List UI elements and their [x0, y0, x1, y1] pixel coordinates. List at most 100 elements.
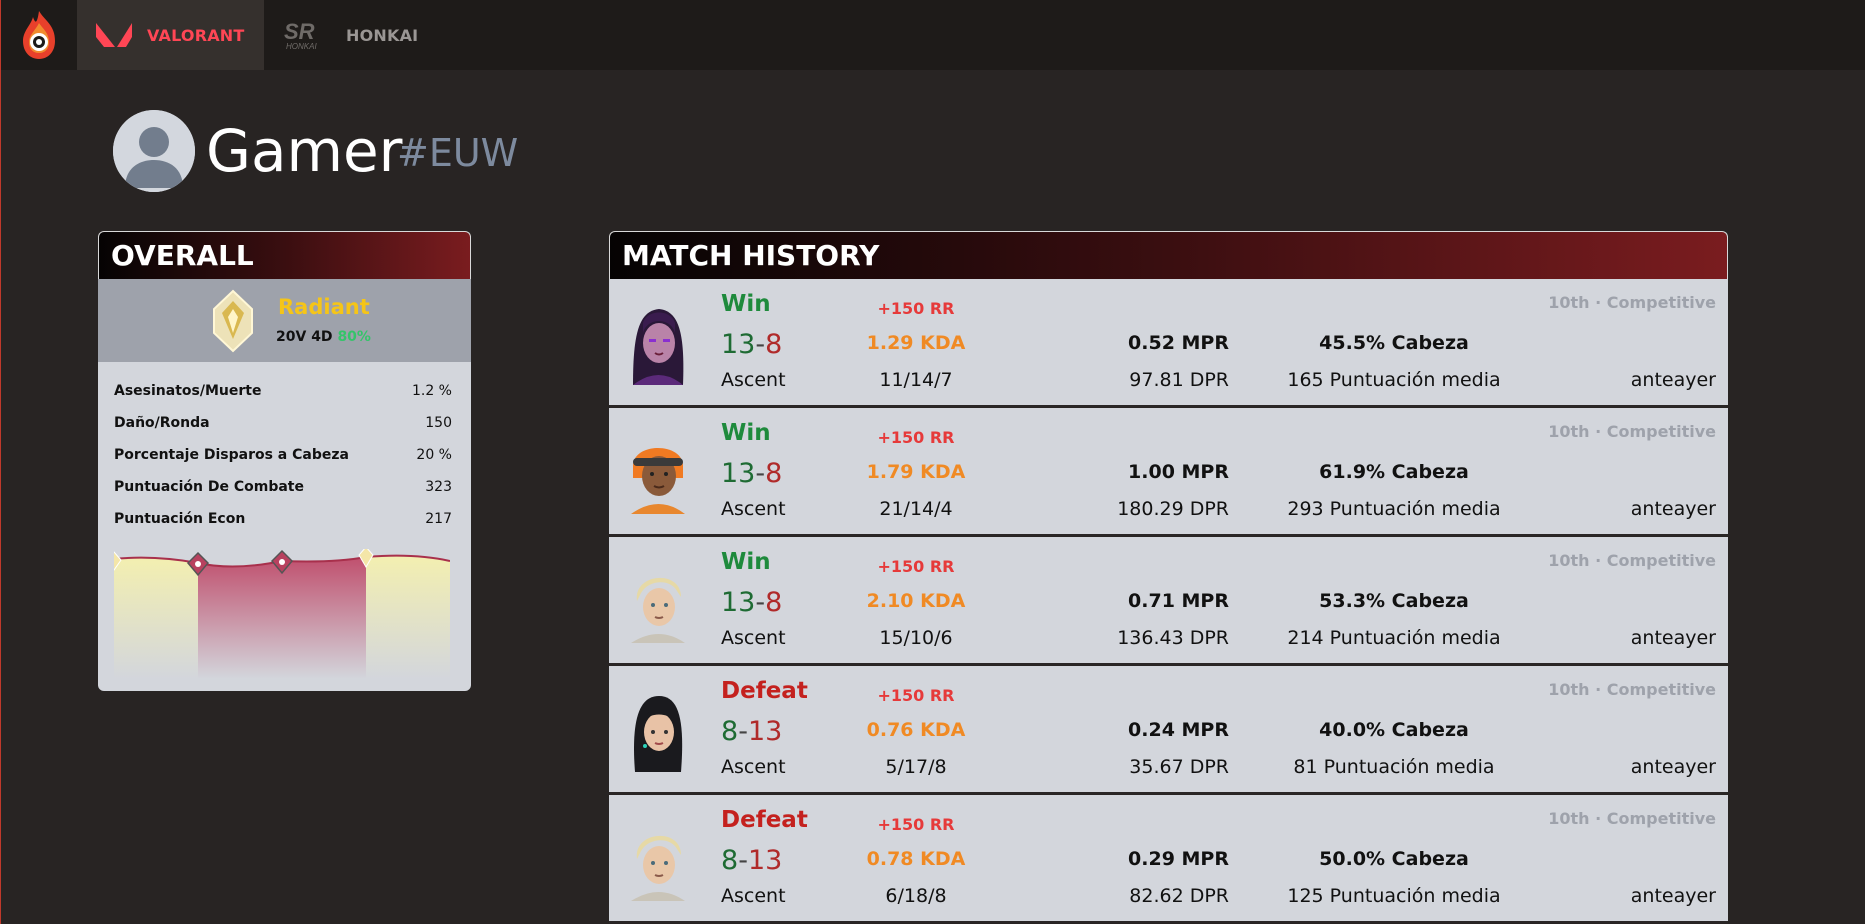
- graph-area-segment: [198, 557, 366, 679]
- match-time: anteayer: [1630, 498, 1716, 520]
- stat-label: Puntuación De Combate: [114, 479, 304, 495]
- rank-name: Radiant: [278, 295, 370, 319]
- match-history-list: Win 13-8 Ascent +150 RR 1.29 KDA 11/14/7…: [609, 279, 1728, 924]
- stat-label: Puntuación Econ: [114, 511, 246, 527]
- match-mpr: 0.52 MPR: [1128, 332, 1229, 354]
- stat-row: Puntuación Econ 217: [114, 507, 452, 531]
- match-mpr: 0.29 MPR: [1128, 848, 1229, 870]
- player-tag: #EUW: [397, 131, 519, 175]
- overall-title: OVERALL: [111, 239, 254, 272]
- match-dpr: 82.62 DPR: [1129, 885, 1229, 907]
- match-headshot: 53.3% Cabeza: [1319, 590, 1469, 612]
- match-kda: 2.10 KDA: [866, 590, 966, 612]
- graph-area-segment: [114, 557, 198, 679]
- agent-chamber-portrait: [619, 819, 697, 901]
- match-avg-score: 165 Puntuación media: [1287, 369, 1501, 391]
- team-score: 8: [721, 716, 739, 747]
- match-row[interactable]: Defeat 8-13 Ascent +150 RR 0.78 KDA 6/18…: [609, 795, 1728, 923]
- stat-row: Puntuación De Combate 323: [114, 475, 452, 499]
- match-score: 13-8: [721, 329, 783, 360]
- match-row[interactable]: Defeat 8-13 Ascent +150 RR 0.76 KDA 5/17…: [609, 666, 1728, 794]
- rank-history-graph: [114, 549, 450, 679]
- match-dpr: 35.67 DPR: [1129, 756, 1229, 778]
- match-queue: 10th · Competitive: [1548, 422, 1716, 441]
- valorant-logo-icon: [96, 23, 132, 47]
- match-rr: +150 RR: [877, 299, 955, 318]
- match-avg-score: 293 Puntuación media: [1287, 498, 1501, 520]
- match-queue: 10th · Competitive: [1548, 551, 1716, 570]
- enemy-score: 8: [765, 587, 783, 618]
- stat-label: Daño/Ronda: [114, 415, 210, 431]
- win-rate: 80%: [337, 329, 371, 345]
- tab-valorant[interactable]: VALORANT: [77, 0, 264, 70]
- match-map: Ascent: [721, 498, 786, 520]
- match-kda: 1.29 KDA: [866, 332, 966, 354]
- stat-row: Daño/Ronda 150: [114, 411, 452, 435]
- tab-label: HONKAI: [346, 25, 419, 45]
- match-result: Win: [721, 420, 771, 446]
- match-kills: 21/14/4: [879, 498, 953, 520]
- match-time: anteayer: [1630, 627, 1716, 649]
- match-avg-score: 214 Puntuación media: [1287, 627, 1501, 649]
- match-map: Ascent: [721, 756, 786, 778]
- agent-sage-portrait: [619, 690, 697, 772]
- match-result: Defeat: [721, 807, 808, 833]
- match-time: anteayer: [1630, 885, 1716, 907]
- stat-value: 150: [425, 415, 452, 431]
- top-nav-bar: VALORANT SR HONKAI HONKAI: [1, 0, 1865, 70]
- overall-panel: Radiant 20V 4D 80% Asesinatos/Muerte 1.2…: [98, 279, 471, 691]
- match-avg-score: 125 Puntuación media: [1287, 885, 1501, 907]
- default-user-avatar-icon: [113, 110, 195, 192]
- tab-label: VALORANT: [147, 25, 245, 45]
- stat-row: Porcentaje Disparos a Cabeza 20 %: [114, 443, 452, 467]
- player-name: Gamer: [206, 117, 403, 185]
- match-map: Ascent: [721, 369, 786, 391]
- overall-panel-title: OVERALL: [98, 231, 471, 279]
- agent-reyna-portrait: [619, 303, 697, 385]
- match-row[interactable]: Win 13-8 Ascent +150 RR 2.10 KDA 15/10/6…: [609, 537, 1728, 665]
- honkai-logo-icon: SR HONKAI: [284, 19, 317, 51]
- match-score: 13-8: [721, 587, 783, 618]
- match-queue: 10th · Competitive: [1548, 680, 1716, 699]
- match-result: Win: [721, 549, 771, 575]
- graph-area-segment: [366, 555, 450, 679]
- match-time: anteayer: [1630, 369, 1716, 391]
- match-score: 8-13: [721, 845, 783, 876]
- stat-label: Asesinatos/Muerte: [114, 383, 262, 399]
- app-logo[interactable]: [1, 0, 77, 70]
- match-history-title: MATCH HISTORY: [609, 231, 1728, 279]
- match-mpr: 0.71 MPR: [1128, 590, 1229, 612]
- svg-text:SR: SR: [284, 19, 315, 44]
- match-rr: +150 RR: [877, 815, 955, 834]
- match-rr: +150 RR: [877, 428, 955, 447]
- match-kills: 15/10/6: [879, 627, 953, 649]
- match-row[interactable]: Win 13-8 Ascent +150 RR 1.29 KDA 11/14/7…: [609, 279, 1728, 407]
- match-kills: 6/18/8: [885, 885, 947, 907]
- match-dpr: 97.81 DPR: [1129, 369, 1229, 391]
- match-map: Ascent: [721, 627, 786, 649]
- match-dpr: 180.29 DPR: [1117, 498, 1229, 520]
- rank-record: 20V 4D 80%: [276, 329, 371, 345]
- stat-label: Porcentaje Disparos a Cabeza: [114, 447, 349, 463]
- flame-target-icon: [23, 11, 55, 59]
- stat-row: Asesinatos/Muerte 1.2 %: [114, 379, 452, 403]
- avatar[interactable]: [113, 110, 195, 192]
- stat-value: 217: [425, 511, 452, 527]
- match-rr: +150 RR: [877, 686, 955, 705]
- team-score: 13: [721, 329, 756, 360]
- team-score: 8: [721, 845, 739, 876]
- win-loss-record: 20V 4D: [276, 329, 333, 345]
- match-time: anteayer: [1630, 756, 1716, 778]
- enemy-score: 13: [747, 716, 783, 747]
- stat-value: 323: [425, 479, 452, 495]
- match-dpr: 136.43 DPR: [1117, 627, 1229, 649]
- history-title: MATCH HISTORY: [622, 239, 880, 272]
- stat-value: 1.2 %: [411, 383, 452, 399]
- match-headshot: 50.0% Cabeza: [1319, 848, 1469, 870]
- match-kda: 0.78 KDA: [866, 848, 966, 870]
- match-headshot: 40.0% Cabeza: [1319, 719, 1469, 741]
- match-headshot: 61.9% Cabeza: [1319, 461, 1469, 483]
- match-mpr: 1.00 MPR: [1128, 461, 1229, 483]
- match-row[interactable]: Win 13-8 Ascent +150 RR 1.79 KDA 21/14/4…: [609, 408, 1728, 536]
- tab-honkai[interactable]: SR HONKAI HONKAI: [264, 0, 454, 70]
